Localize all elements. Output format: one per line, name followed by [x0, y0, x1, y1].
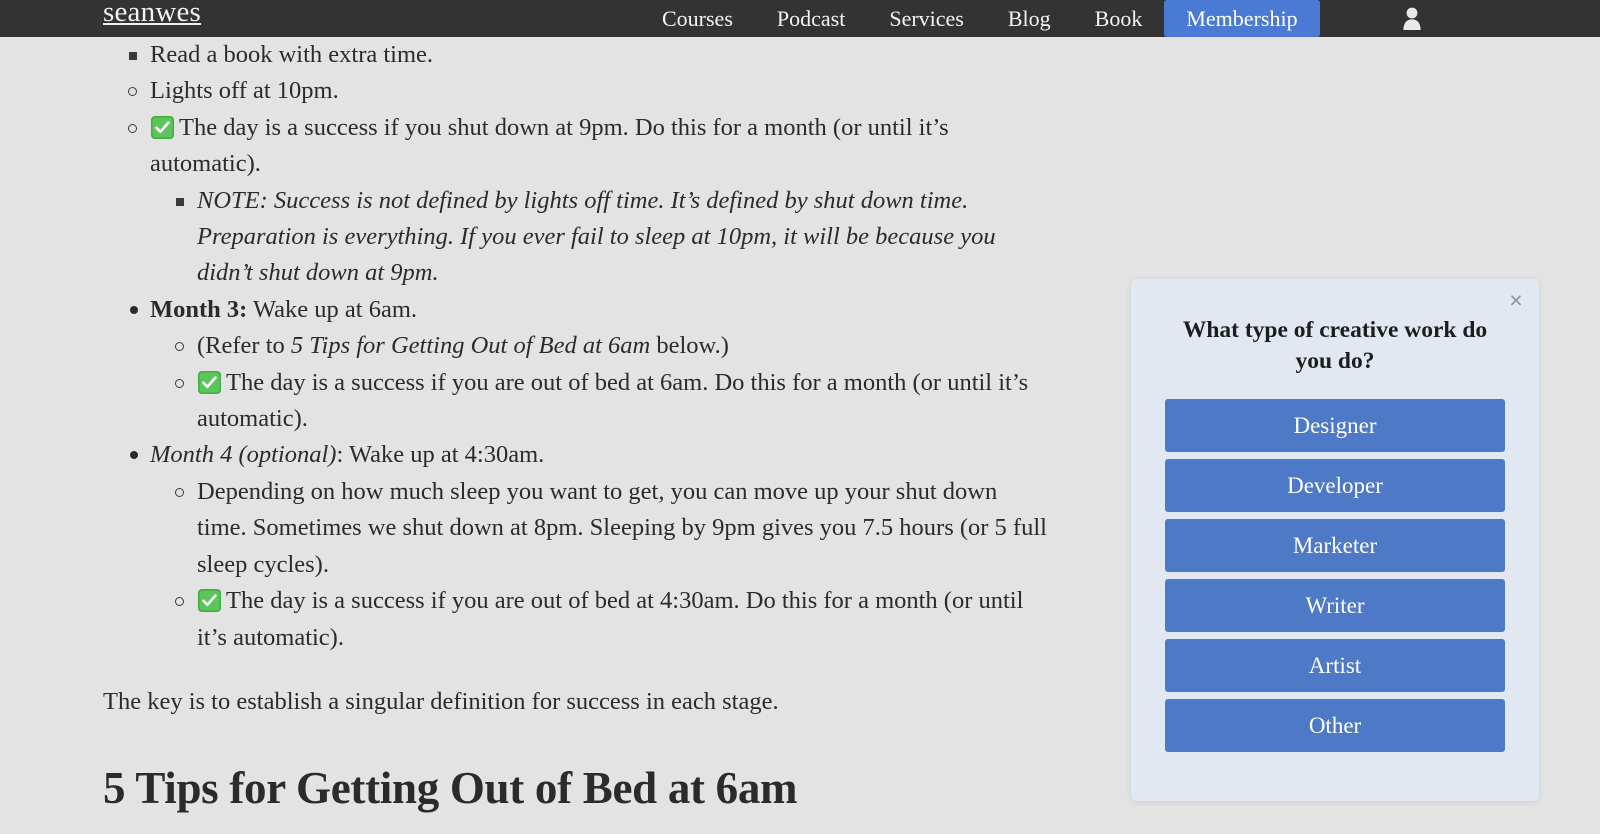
refer-suffix: below.) — [650, 332, 729, 360]
list-item-text: The day is a success if you are out of b… — [197, 365, 1050, 438]
bullet-circle-icon — [175, 487, 184, 497]
outline-list-level2: (Refer to 5 Tips for Getting Out of Bed … — [150, 328, 1050, 437]
refer-prefix: (Refer to — [197, 332, 291, 360]
list-item: The day is a success if you shut down at… — [103, 110, 1050, 292]
month-description: : Wake up at 4:30am. — [336, 441, 545, 469]
refer-title: 5 Tips for Getting Out of Bed at 6am — [290, 332, 651, 360]
green-check-icon — [197, 370, 222, 395]
month-label: Month 4 (optional) — [150, 441, 337, 469]
list-item-text: Read a book with extra time. — [150, 41, 434, 68]
list-item: The day is a success if you are out of b… — [150, 583, 1050, 656]
green-check-icon — [197, 588, 222, 613]
nav-item-blog[interactable]: Blog — [986, 0, 1073, 37]
option-marketer-button[interactable]: Marketer — [1165, 519, 1505, 572]
nav-item-membership[interactable]: Membership — [1164, 0, 1320, 37]
list-item-text: NOTE: Success is not defined by lights o… — [197, 186, 996, 287]
list-item-text: Lights off at 10pm. — [150, 77, 339, 105]
outline-list-level3: NOTE: Success is not defined by lights o… — [150, 183, 1050, 292]
list-item-text: The day is a success if you are out of b… — [197, 583, 1050, 656]
list-item-label: The day is a success if you are out of b… — [197, 587, 1024, 651]
bullet-dot-icon — [130, 305, 138, 314]
list-item: (Refer to 5 Tips for Getting Out of Bed … — [150, 328, 1050, 364]
list-item: NOTE: Success is not defined by lights o… — [150, 183, 1050, 292]
list-item-text: Month 4 (optional): Wake up at 4:30am. — [150, 437, 1050, 473]
list-item: Month 3: Wake up at 6am. (Refer to 5 Tip… — [103, 292, 1050, 438]
option-writer-button[interactable]: Writer — [1165, 579, 1505, 632]
list-item: The day is a success if you are out of b… — [150, 365, 1050, 438]
green-check-icon — [150, 115, 175, 140]
outline-list-level1: Read a book with extra time. Lights off … — [103, 37, 1050, 656]
outline-list-level2: Depending on how much sleep you want to … — [150, 474, 1050, 656]
month-label: Month 3: — [150, 295, 248, 323]
bullet-circle-icon — [175, 378, 184, 388]
list-item-text: The day is a success if you shut down at… — [150, 110, 1050, 183]
creative-work-survey-modal: × What type of creative work do you do? … — [1131, 279, 1539, 801]
nav-item-courses[interactable]: Courses — [640, 0, 755, 37]
article-body: Read a book with extra time. Lights off … — [0, 37, 1050, 834]
option-other-button[interactable]: Other — [1165, 699, 1505, 752]
site-logo[interactable]: seanwes — [103, 0, 201, 29]
close-icon[interactable]: × — [1504, 288, 1528, 312]
nav-item-services[interactable]: Services — [867, 0, 986, 37]
list-item: Depending on how much sleep you want to … — [150, 474, 1050, 583]
list-item-label: The day is a success if you are out of b… — [197, 368, 1029, 433]
list-item: Month 4 (optional): Wake up at 4:30am. D… — [103, 437, 1050, 655]
list-item-label: The day is a success if you shut down at… — [150, 113, 949, 178]
bullet-square-icon — [129, 52, 137, 60]
bullet-square-icon — [176, 197, 184, 206]
user-icon[interactable] — [1398, 3, 1426, 33]
list-item-text: Month 3: Wake up at 6am. — [150, 292, 1050, 328]
nav-links: Courses Podcast Services Blog Book Membe… — [640, 0, 1320, 37]
nav-item-podcast[interactable]: Podcast — [755, 0, 867, 37]
modal-title: What type of creative work do you do? — [1182, 317, 1488, 374]
month-description: Wake up at 6am. — [247, 295, 418, 323]
list-item-text: (Refer to 5 Tips for Getting Out of Bed … — [197, 328, 1050, 364]
list-item: Read a book with extra time. — [103, 37, 1050, 73]
outline-list-level3: Read a book with extra time. — [103, 37, 1050, 73]
modal-options-list: Designer Developer Marketer Writer Artis… — [1131, 399, 1539, 752]
nav-item-book[interactable]: Book — [1073, 0, 1165, 37]
bullet-circle-icon — [175, 597, 184, 607]
bullet-dot-icon — [130, 451, 138, 460]
bullet-circle-icon — [128, 123, 137, 133]
option-developer-button[interactable]: Developer — [1165, 459, 1505, 512]
option-artist-button[interactable]: Artist — [1165, 639, 1505, 692]
list-item: Read a book with extra time. Lights off … — [103, 37, 1050, 292]
list-item: Lights off at 10pm. — [103, 73, 1050, 109]
list-item: Read a book with extra time. — [103, 37, 1050, 73]
outline-list-level2: Read a book with extra time. Lights off … — [103, 37, 1050, 292]
section-heading: 5 Tips for Getting Out of Bed at 6am — [103, 762, 798, 813]
list-item-text: Depending on how much sleep you want to … — [197, 477, 1047, 578]
top-navigation-bar: seanwes Courses Podcast Services Blog Bo… — [0, 0, 1600, 37]
option-designer-button[interactable]: Designer — [1165, 399, 1505, 452]
key-paragraph: The key is to establish a singular defin… — [103, 687, 779, 715]
bullet-circle-icon — [175, 342, 184, 352]
bullet-circle-icon — [128, 87, 137, 97]
